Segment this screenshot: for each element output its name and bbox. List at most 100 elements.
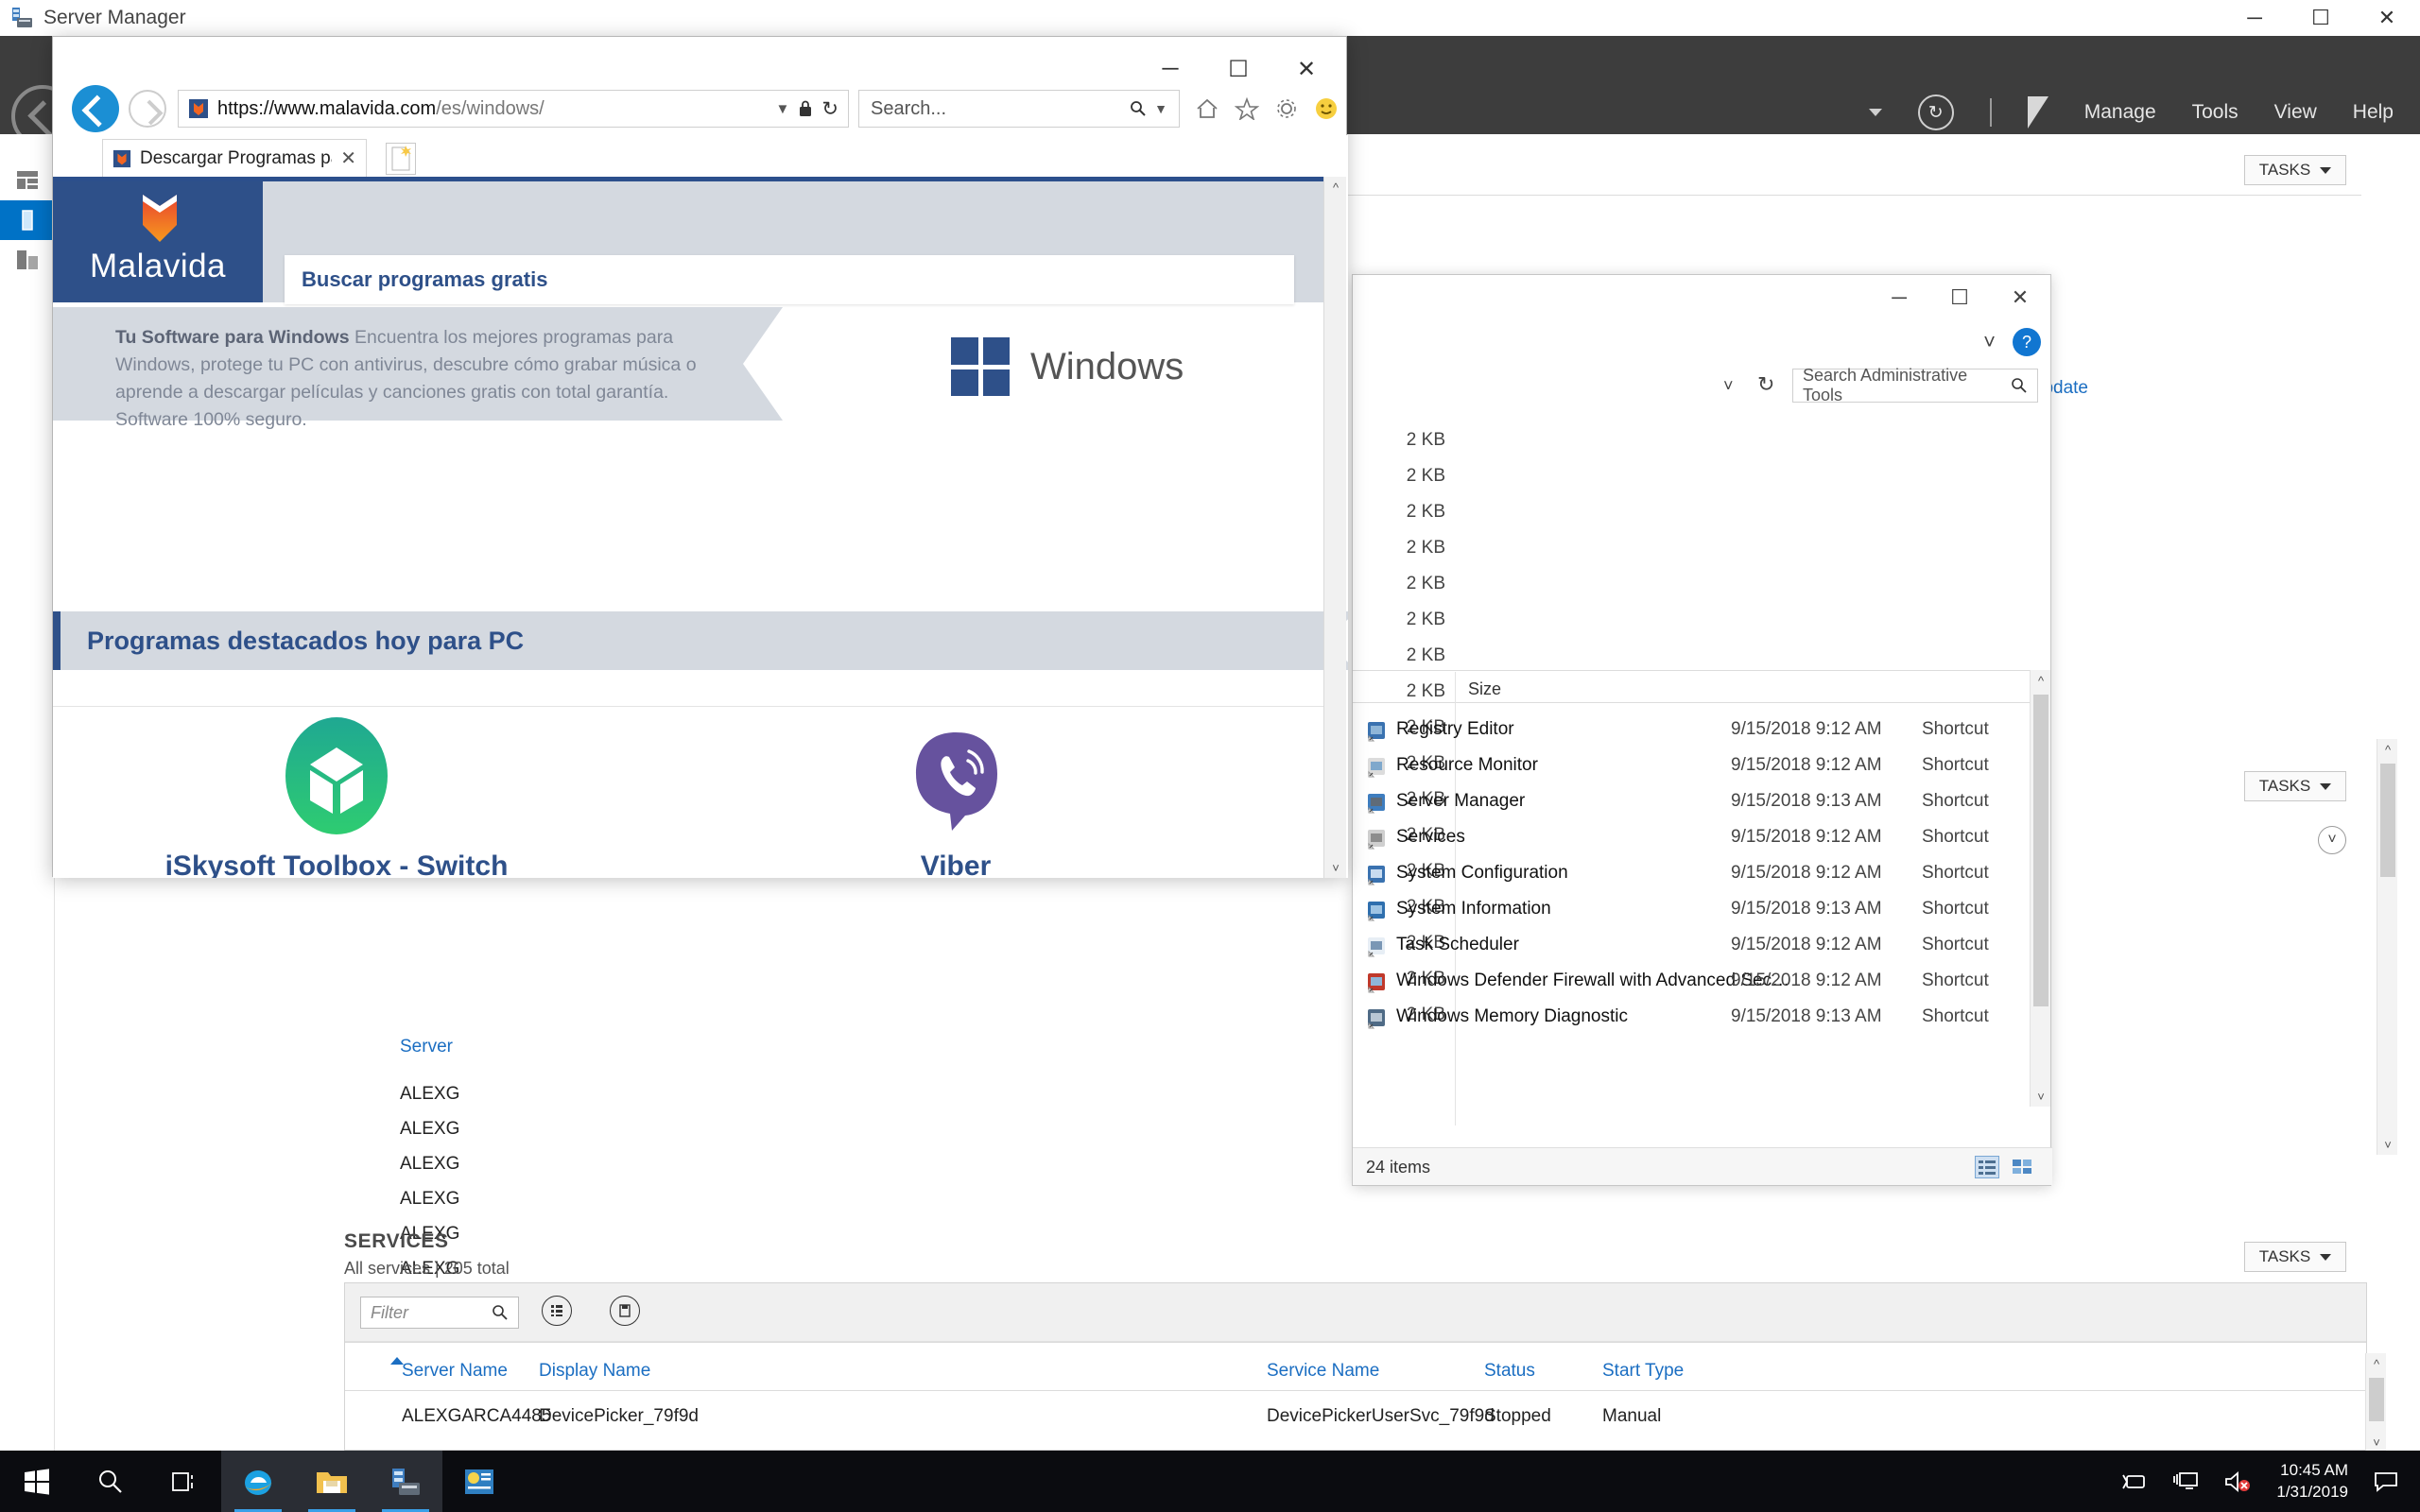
tasks-button-top[interactable]: TASKS xyxy=(2244,155,2346,185)
task-view-button[interactable] xyxy=(147,1451,221,1512)
close-icon[interactable]: ✕ xyxy=(340,146,356,170)
action-center-icon[interactable] xyxy=(2373,1470,2399,1493)
taskbar-app-task-manager[interactable] xyxy=(442,1451,516,1512)
chevron-down-icon[interactable]: ▼ xyxy=(776,101,790,117)
browser-scrollbar[interactable]: ^ ˅ xyxy=(1323,177,1346,878)
sidebar-item-all-servers[interactable] xyxy=(0,240,55,280)
sidebar-item-local-server[interactable] xyxy=(0,200,55,240)
explorer-search-input[interactable]: Search Administrative Tools xyxy=(1792,366,2038,404)
explorer-file-type: Shortcut xyxy=(1922,899,1989,919)
browser-search-box[interactable]: Search... ▼ xyxy=(858,90,1180,128)
sidebar-item-dashboard[interactable] xyxy=(0,161,55,200)
program-card-iskysoft[interactable]: iSkysoft Toolbox - Switch Transfiere dat… xyxy=(133,715,540,878)
start-button[interactable] xyxy=(0,1451,74,1512)
scroll-up-icon[interactable]: ^ xyxy=(2366,1353,2387,1374)
explorer-close-button[interactable]: ✕ xyxy=(1990,275,2050,320)
explorer-file-row[interactable]: Windows Defender Firewall with Advanced … xyxy=(1353,969,2052,999)
chevron-down-icon[interactable]: ˅ xyxy=(1324,857,1347,878)
taskbar-search-button[interactable] xyxy=(74,1451,147,1512)
save-filter-icon[interactable] xyxy=(610,1296,640,1326)
services-column-header[interactable]: Status xyxy=(1484,1361,1535,1382)
star-icon[interactable] xyxy=(1235,97,1259,120)
chevron-down-icon[interactable]: ▼ xyxy=(1154,101,1167,116)
home-icon[interactable] xyxy=(1195,97,1219,120)
scrollbar-thumb[interactable] xyxy=(2380,764,2395,877)
scroll-up-icon[interactable]: ^ xyxy=(2031,670,2051,691)
battery-icon[interactable] xyxy=(2119,1471,2148,1492)
explorer-file-row[interactable]: Resource Monitor 9/15/2018 9:12 AM Shortcu… xyxy=(1353,753,2052,783)
services-column-header[interactable]: Service Name xyxy=(1267,1361,1379,1382)
filter-input[interactable]: Filter xyxy=(360,1297,519,1329)
tiles-view-icon[interactable] xyxy=(2011,1156,2035,1178)
resource-monitor-icon xyxy=(1368,758,1385,778)
taskbar-clock[interactable]: 10:45 AM 1/31/2019 xyxy=(2276,1460,2348,1503)
collapse-section-button[interactable]: ˅ xyxy=(2318,826,2346,854)
refresh-icon[interactable]: ↻ xyxy=(1917,94,1954,130)
volume-muted-icon[interactable] xyxy=(2223,1470,2252,1493)
services-column-header[interactable]: Server Name xyxy=(402,1361,508,1382)
menu-view[interactable]: View xyxy=(2274,101,2317,124)
help-icon[interactable]: ? xyxy=(2013,328,2041,356)
internet-explorer-window: ─ ☐ ✕ https://www. malavida.com /es/wind… xyxy=(52,36,1348,878)
chevron-up-icon[interactable]: ^ xyxy=(1324,177,1347,198)
server-manager-window-buttons: ─ ☐ ✕ xyxy=(2221,0,2420,36)
browser-tab-title: Descargar Programas para … xyxy=(140,147,332,168)
explorer-minimize-button[interactable]: ─ xyxy=(1869,275,1929,320)
explorer-column-header-size[interactable]: Size xyxy=(1468,679,1501,699)
sm-minimize-button[interactable]: ─ xyxy=(2221,0,2288,36)
services-scrollbar[interactable]: ^ ˅ xyxy=(2365,1353,2386,1452)
menu-help[interactable]: Help xyxy=(2353,101,2394,124)
explorer-maximize-button[interactable]: ☐ xyxy=(1929,275,1990,320)
site-logo[interactable]: Malavida xyxy=(53,181,263,302)
back-arrow-icon[interactable] xyxy=(72,85,119,132)
feedback-smiley-icon[interactable] xyxy=(1314,96,1339,121)
columns-icon[interactable] xyxy=(542,1296,572,1326)
scrollbar-thumb[interactable] xyxy=(2033,695,2048,1006)
explorer-file-row[interactable]: Services 9/15/2018 9:12 AM Shortcut xyxy=(1353,825,2052,855)
explorer-file-row[interactable]: Registry Editor 9/15/2018 9:12 AM Shortcut xyxy=(1353,717,2052,747)
explorer-file-row[interactable]: Server Manager 9/15/2018 9:13 AM Shortcut xyxy=(1353,789,2052,819)
menu-divider xyxy=(1989,98,1992,127)
network-icon[interactable] xyxy=(2172,1470,2199,1493)
flag-icon[interactable] xyxy=(2027,96,2048,129)
program-card-viber[interactable]: Viber Cliente para Windows de la app de … xyxy=(752,715,1159,878)
menu-manage[interactable]: Manage xyxy=(2084,101,2156,124)
refresh-icon[interactable]: ↻ xyxy=(1757,372,1774,397)
sm-close-button[interactable]: ✕ xyxy=(2354,0,2420,36)
memory-diagnostic-icon xyxy=(1368,1009,1385,1029)
content-scrollbar[interactable]: ^ ˅ xyxy=(2377,739,2397,1155)
explorer-file-row[interactable]: System Configuration 9/15/2018 9:12 AM Sho… xyxy=(1353,861,2052,891)
address-bar[interactable]: https://www. malavida.com /es/windows/ ▼… xyxy=(178,90,849,128)
chevron-down-icon[interactable]: ˅ xyxy=(1983,330,1996,354)
explorer-file-row[interactable]: Task Scheduler 9/15/2018 9:12 AM Shortcut xyxy=(1353,933,2052,963)
taskbar-app-file-explorer[interactable] xyxy=(295,1451,369,1512)
services-column-header[interactable]: Start Type xyxy=(1602,1361,1684,1382)
details-view-icon[interactable] xyxy=(1975,1156,1999,1178)
scroll-down-icon[interactable]: ˅ xyxy=(2366,1432,2387,1452)
explorer-scrollbar[interactable]: ^ ˅ xyxy=(2030,670,2050,1107)
tasks-button-middle[interactable]: TASKS xyxy=(2244,771,2346,801)
services-column-header[interactable]: Display Name xyxy=(539,1361,650,1382)
server-column-header[interactable]: Server xyxy=(400,1037,453,1057)
gear-icon[interactable] xyxy=(1274,97,1299,120)
taskbar-app-server-manager[interactable] xyxy=(369,1451,442,1512)
scroll-up-icon[interactable]: ^ xyxy=(2377,739,2398,760)
taskbar-app-internet-explorer[interactable] xyxy=(221,1451,295,1512)
url-scheme: https://www. xyxy=(217,97,320,119)
explorer-file-row[interactable]: System Information 9/15/2018 9:13 AM Short… xyxy=(1353,897,2052,927)
scroll-down-icon[interactable]: ˅ xyxy=(2377,1134,2398,1155)
chevron-down-icon xyxy=(2320,1253,2332,1261)
scrollbar-thumb[interactable] xyxy=(2369,1378,2384,1421)
forward-arrow-icon[interactable] xyxy=(129,90,166,128)
site-search-input[interactable]: Buscar programas gratis xyxy=(285,255,1294,304)
new-tab-icon[interactable] xyxy=(386,143,416,175)
tasks-button-services[interactable]: TASKS xyxy=(2244,1242,2346,1272)
reload-icon[interactable]: ↻ xyxy=(821,97,838,121)
explorer-file-row[interactable]: Windows Memory Diagnostic 9/15/2018 9:13 … xyxy=(1353,1005,2052,1035)
chevron-down-icon[interactable] xyxy=(1868,109,1882,116)
scroll-down-icon[interactable]: ˅ xyxy=(2031,1086,2051,1107)
sm-maximize-button[interactable]: ☐ xyxy=(2288,0,2354,36)
menu-tools[interactable]: Tools xyxy=(2192,101,2238,124)
chevron-down-icon[interactable]: ˅ xyxy=(1723,376,1734,396)
browser-tab[interactable]: Descargar Programas para … ✕ xyxy=(102,139,367,177)
